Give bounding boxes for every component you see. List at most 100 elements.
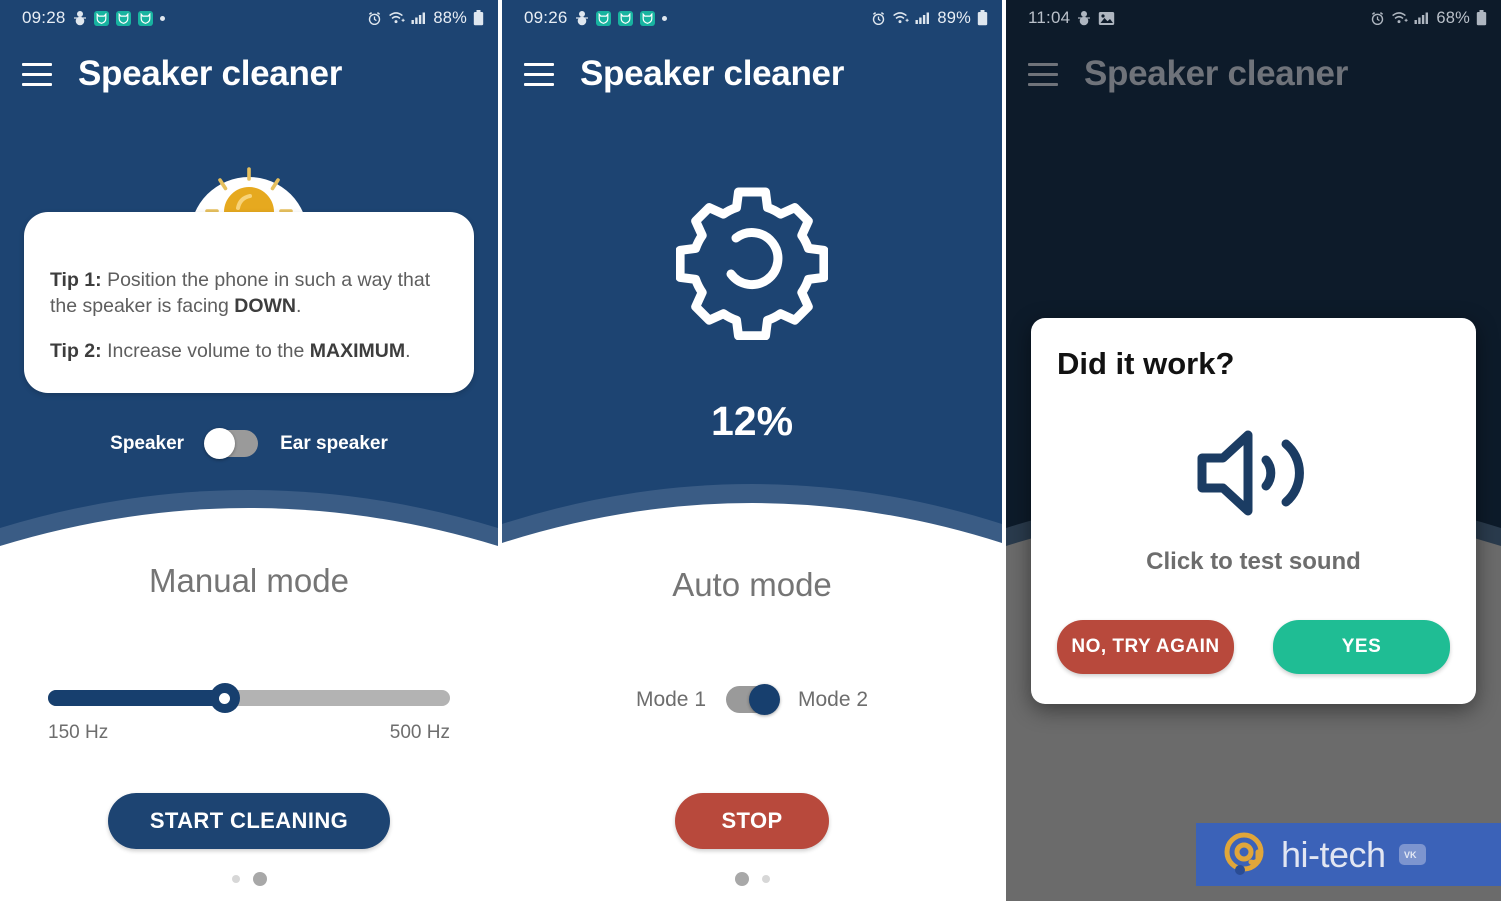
page-indicator — [0, 872, 498, 886]
battery-icon — [1476, 10, 1487, 26]
frequency-slider[interactable]: 150 Hz 500 Hz — [48, 683, 450, 744]
page-dot-1[interactable] — [231, 875, 240, 883]
cat-shield-icon — [639, 10, 655, 26]
signal-icon — [1414, 11, 1429, 25]
progress-percent: 12% — [710, 398, 794, 444]
cat-shield-icon — [137, 10, 153, 26]
status-bar-right: 88% — [367, 9, 484, 28]
app-title: Speaker cleaner — [580, 54, 845, 93]
hamburger-icon[interactable] — [22, 62, 52, 86]
battery-icon — [473, 10, 484, 26]
dialog-actions: NO, TRY AGAIN YES — [1057, 620, 1450, 674]
page-indicator — [502, 872, 1002, 886]
battery-percent: 89% — [937, 8, 971, 27]
status-time: 09:28 — [22, 8, 66, 27]
status-bar-left: 09:28 — [22, 8, 165, 28]
status-bar-left: 11:04 — [1028, 8, 1115, 28]
panel-manual-mode: 09:28 88% Speaker cleaner Tip 1: Positio… — [0, 0, 498, 901]
app-bar: Speaker cleaner — [1006, 36, 1501, 112]
watermark-text: hi-tech — [1281, 833, 1386, 875]
tip-1-label: Tip 1: — [50, 269, 102, 291]
wifi-icon — [388, 11, 405, 25]
vk-badge-icon: VK — [1398, 844, 1426, 865]
tip-2-text-a: Increase volume to the — [101, 339, 310, 362]
screenshot-root: 09:28 88% Speaker cleaner Tip 1: Positio… — [0, 0, 1505, 901]
wifi-icon — [1391, 11, 1408, 25]
gear-refresh-icon — [676, 187, 828, 340]
snowman-icon — [1077, 10, 1091, 26]
status-bar-left: 09:26 — [524, 8, 667, 28]
cat-shield-icon — [93, 10, 109, 26]
cat-shield-icon — [617, 10, 633, 26]
status-bar-right: 68% — [1370, 9, 1487, 28]
svg-text:VK: VK — [1404, 850, 1417, 860]
speaker-label: Speaker — [110, 432, 185, 454]
status-bar: 09:28 88% — [0, 0, 498, 36]
wifi-icon — [892, 11, 909, 25]
dialog-title: Did it work? — [1057, 346, 1235, 381]
app-title: Speaker cleaner — [1084, 54, 1349, 93]
battery-percent: 68% — [1436, 8, 1470, 27]
auto-mode-switch-row: Mode 1 Mode 2 — [502, 684, 1002, 715]
page-dot-2[interactable] — [761, 875, 770, 883]
status-bar-right: 89% — [871, 9, 988, 28]
tip-1-strong: DOWN — [234, 294, 297, 317]
slider-thumb[interactable] — [209, 683, 240, 713]
dot-icon — [661, 15, 667, 21]
hamburger-icon[interactable] — [1028, 62, 1058, 86]
slider-range-labels: 150 Hz 500 Hz — [48, 722, 450, 744]
dot-icon — [159, 15, 165, 21]
page-dot-1[interactable] — [734, 872, 749, 886]
no-try-again-button[interactable]: NO, TRY AGAIN — [1057, 620, 1234, 674]
speaker-volume-icon[interactable] — [1057, 424, 1450, 522]
status-time: 11:04 — [1028, 8, 1071, 27]
panel-auto-mode: 09:26 89% Speaker cleaner 12% Auto mode … — [498, 0, 1006, 901]
speaker-toggle-row: Speaker Ear speaker — [0, 428, 498, 459]
app-title: Speaker cleaner — [78, 54, 343, 93]
yes-button[interactable]: YES — [1273, 620, 1450, 674]
alarm-icon — [1370, 11, 1385, 26]
snowman-icon — [73, 10, 87, 26]
mode-title: Manual mode — [149, 562, 349, 599]
app-bar: Speaker cleaner — [0, 36, 498, 112]
battery-icon — [977, 10, 988, 26]
hamburger-icon[interactable] — [524, 62, 554, 86]
mode-title: Auto mode — [672, 566, 832, 603]
alarm-icon — [367, 11, 382, 26]
tip-2-strong: MAXIMUM — [309, 339, 406, 362]
tip-2: Tip 2: Increase volume to the MAXIMUM. — [50, 339, 448, 365]
switch-knob — [204, 428, 236, 459]
action-button-wrap: START CLEANING — [0, 793, 498, 849]
signal-icon — [915, 11, 930, 25]
action-button-wrap: STOP — [502, 793, 1002, 849]
slider-track[interactable] — [48, 683, 450, 713]
confirm-dialog: Did it work? Click to test sound NO, TRY… — [1031, 318, 1476, 704]
dialog-subtitle: Click to test sound — [1146, 548, 1361, 575]
mode-1-label: Mode 1 — [635, 687, 706, 711]
battery-percent: 88% — [433, 8, 467, 27]
snowman-icon — [575, 10, 589, 26]
page-dot-2[interactable] — [252, 872, 267, 886]
status-bar: 11:04 68% — [1006, 0, 1501, 36]
status-time: 09:26 — [524, 8, 568, 27]
alarm-icon — [871, 11, 886, 26]
speaker-mode-switch[interactable] — [204, 428, 259, 459]
panel-did-it-work-dialog: 11:04 68% Speaker cleaner Did it work? C… — [1006, 0, 1501, 901]
image-icon — [1098, 11, 1115, 26]
app-bar: Speaker cleaner — [502, 36, 1002, 112]
tip-2-text-b: . — [405, 339, 411, 362]
slider-fill — [48, 690, 225, 706]
cat-shield-icon — [115, 10, 131, 26]
stop-button[interactable]: STOP — [675, 793, 829, 849]
at-logo-icon — [1220, 828, 1268, 881]
tip-1-text-b: . — [296, 294, 302, 317]
start-cleaning-button[interactable]: START CLEANING — [107, 793, 391, 849]
tip-1: Tip 1: Position the phone in such a way … — [50, 268, 448, 320]
slider-min-label: 150 Hz — [48, 722, 109, 743]
signal-icon — [411, 11, 426, 25]
switch-knob — [749, 684, 780, 715]
status-bar: 09:26 89% — [502, 0, 1002, 36]
tip-2-label: Tip 2: — [50, 339, 102, 362]
slider-max-label: 500 Hz — [389, 722, 450, 743]
auto-mode-switch[interactable] — [726, 684, 780, 715]
